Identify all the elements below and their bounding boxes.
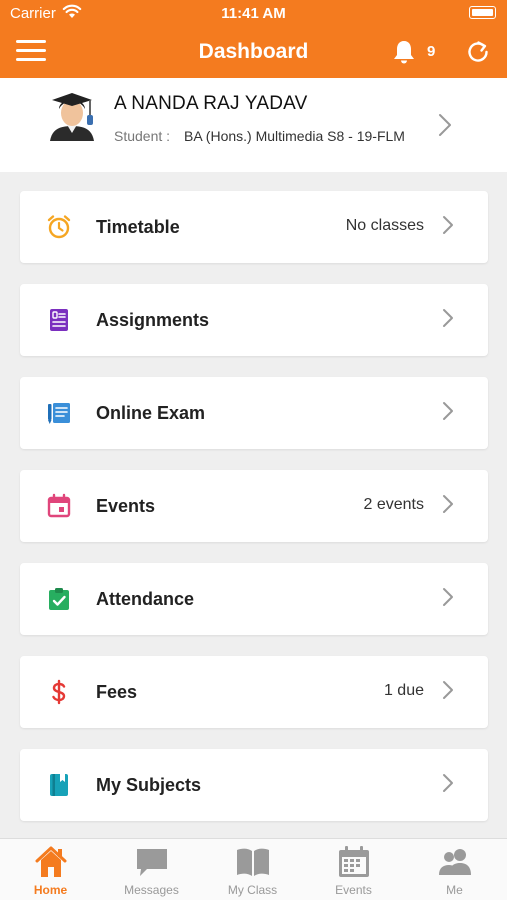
menu-item-fees[interactable]: Fees 1 due bbox=[20, 656, 488, 728]
online-exam-icon bbox=[48, 403, 70, 424]
chevron-right-icon bbox=[443, 588, 453, 606]
menu-item-timetable[interactable]: Timetable No classes bbox=[20, 191, 488, 263]
menu-value: No classes bbox=[345, 217, 424, 234]
messages-icon bbox=[137, 849, 167, 876]
tab-messages[interactable]: Messages bbox=[101, 839, 202, 900]
menu-item-assignments[interactable]: Assignments bbox=[20, 284, 488, 356]
menu-item-attendance[interactable]: Attendance bbox=[20, 563, 488, 635]
tab-me[interactable]: Me bbox=[404, 839, 505, 900]
calendar-icon bbox=[339, 846, 369, 877]
nav-bar: Dashboard 9 bbox=[0, 26, 507, 78]
menu-label: Attendance bbox=[96, 589, 195, 609]
chevron-right-icon bbox=[443, 681, 453, 699]
menu-value: 1 due bbox=[383, 682, 424, 699]
clock: 11:41 AM bbox=[221, 5, 286, 22]
tab-label: My Class bbox=[227, 883, 278, 897]
student-name: A NANDA RAJ YADAV bbox=[114, 93, 308, 114]
book-icon bbox=[50, 774, 68, 796]
menu-label: Fees bbox=[96, 682, 138, 702]
clipboard-check-icon bbox=[49, 588, 69, 610]
menu-label: Online Exam bbox=[96, 403, 206, 423]
bell-icon[interactable] bbox=[390, 38, 418, 66]
assignment-icon bbox=[50, 309, 68, 331]
alarm-clock-icon bbox=[47, 215, 71, 239]
chevron-right-icon bbox=[443, 216, 453, 234]
tab-events[interactable]: Events bbox=[303, 839, 404, 900]
avatar bbox=[50, 93, 94, 141]
calendar-icon bbox=[47, 493, 71, 518]
menu-value: 2 events bbox=[363, 496, 424, 513]
status-bar: Carrier 11:41 AM bbox=[0, 0, 507, 26]
chevron-right-icon bbox=[443, 402, 453, 420]
open-book-icon bbox=[237, 848, 269, 876]
chevron-right-icon bbox=[439, 114, 451, 136]
menu-item-online-exam[interactable]: Online Exam bbox=[20, 377, 488, 449]
people-icon bbox=[439, 849, 471, 875]
chevron-right-icon bbox=[443, 309, 453, 327]
notification-count: 9 bbox=[427, 43, 436, 60]
tab-label: Home bbox=[33, 883, 68, 897]
tab-bar: Home Messages My Class Events Me bbox=[0, 838, 507, 900]
profile-row[interactable]: A NANDA RAJ YADAV Student : BA (Hons.) M… bbox=[0, 78, 507, 172]
tab-label: Me bbox=[446, 883, 463, 897]
tab-label: Messages bbox=[124, 883, 179, 897]
tab-home[interactable]: Home bbox=[0, 839, 101, 900]
refresh-icon[interactable] bbox=[464, 38, 492, 66]
menu-item-events[interactable]: Events 2 events bbox=[20, 470, 488, 542]
dollar-icon bbox=[52, 679, 66, 705]
chevron-right-icon bbox=[443, 495, 453, 513]
course-label: BA (Hons.) Multimedia S8 - 19-FLM bbox=[184, 128, 405, 144]
chevron-right-icon bbox=[443, 774, 453, 792]
battery-icon bbox=[469, 6, 496, 19]
menu-label: Timetable bbox=[96, 217, 180, 237]
tab-my-class[interactable]: My Class bbox=[202, 839, 303, 900]
menu-item-my-subjects[interactable]: My Subjects bbox=[20, 749, 488, 821]
menu-label: Assignments bbox=[96, 310, 210, 330]
hamburger-menu-icon[interactable] bbox=[16, 40, 46, 62]
menu-label: My Subjects bbox=[96, 775, 202, 795]
menu-label: Events bbox=[96, 496, 156, 516]
role-label: Student : bbox=[114, 128, 171, 144]
tab-label: Events bbox=[335, 883, 372, 897]
home-icon bbox=[35, 846, 67, 877]
